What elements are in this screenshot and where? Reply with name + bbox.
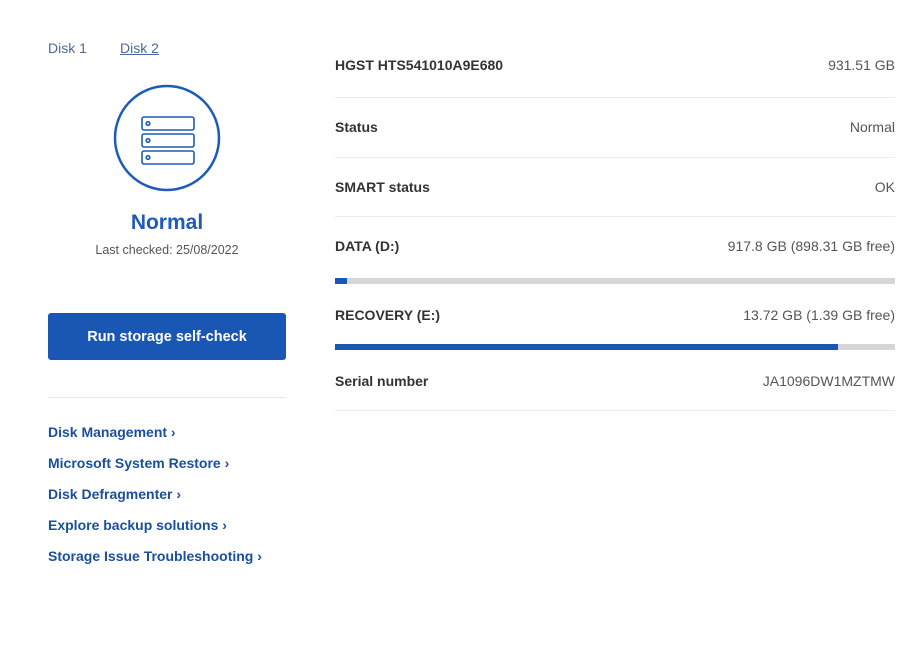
serial-label: Serial number [335, 373, 429, 389]
data-partition-value: 917.8 GB (898.31 GB free) [727, 238, 895, 254]
tab-disk-1[interactable]: Disk 1 [48, 40, 87, 56]
status-value: Normal [849, 119, 895, 135]
divider [335, 97, 895, 98]
run-self-check-button[interactable]: Run storage self-check [48, 313, 286, 360]
model-value: 931.51 GB [828, 57, 895, 73]
recovery-partition-value: 13.72 GB (1.39 GB free) [743, 307, 895, 323]
divider [335, 410, 895, 411]
link-backup-solutions[interactable]: Explore backup solutions › [48, 517, 227, 533]
usage-bar-fill [335, 344, 839, 350]
tab-disk-2[interactable]: Disk 2 [120, 40, 159, 56]
disk-status-title: Normal [130, 211, 204, 234]
link-disk-defragmenter[interactable]: Disk Defragmenter › [48, 486, 181, 502]
link-system-restore[interactable]: Microsoft System Restore › [48, 455, 229, 471]
usage-bar-fill [335, 278, 347, 284]
serial-value: JA1096DW1MZTMW [762, 373, 895, 389]
storage-drive-icon [113, 84, 221, 192]
link-disk-management[interactable]: Disk Management › [48, 424, 176, 440]
smart-value: OK [874, 179, 895, 195]
detail-row-status: Status Normal [335, 119, 895, 135]
recovery-partition-label: RECOVERY (E:) [335, 307, 441, 323]
divider [335, 216, 895, 217]
model-label: HGST HTS541010A9E680 [335, 57, 504, 73]
data-partition-label: DATA (D:) [335, 238, 400, 254]
divider [335, 157, 895, 158]
divider [48, 397, 286, 398]
link-storage-troubleshooting[interactable]: Storage Issue Troubleshooting › [48, 548, 262, 564]
detail-row-smart: SMART status OK [335, 179, 895, 195]
detail-row-data-partition: DATA (D:) 917.8 GB (898.31 GB free) [335, 238, 895, 254]
detail-row-model: HGST HTS541010A9E680 931.51 GB [335, 57, 895, 73]
last-checked-text: Last checked: 25/08/2022 [95, 243, 239, 257]
recovery-partition-usage-bar [335, 344, 895, 350]
data-partition-usage-bar [335, 278, 895, 284]
detail-row-serial: Serial number JA1096DW1MZTMW [335, 373, 895, 389]
smart-label: SMART status [335, 179, 430, 195]
detail-row-recovery-partition: RECOVERY (E:) 13.72 GB (1.39 GB free) [335, 307, 895, 323]
status-label: Status [335, 119, 378, 135]
